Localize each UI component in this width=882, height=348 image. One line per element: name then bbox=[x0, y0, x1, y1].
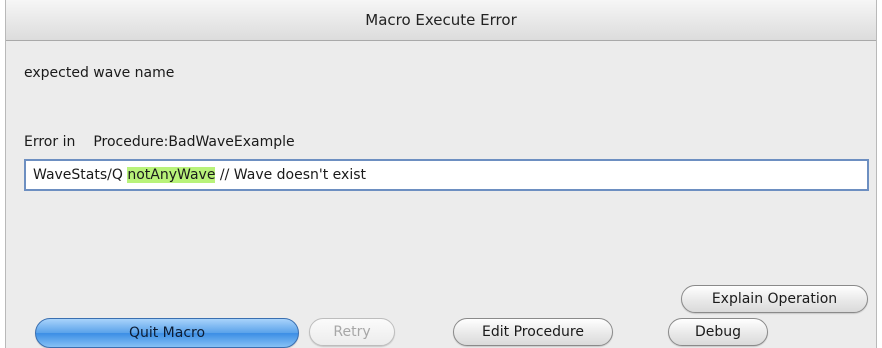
explain-operation-button[interactable]: Explain Operation bbox=[681, 285, 868, 313]
code-highlight: notAnyWave bbox=[127, 167, 216, 183]
error-message: expected wave name bbox=[24, 65, 175, 81]
error-location: Error in Procedure:BadWaveExample bbox=[24, 134, 295, 150]
error-dialog: Macro Execute Error expected wave name E… bbox=[5, 0, 877, 348]
retry-button[interactable]: Retry bbox=[309, 318, 395, 346]
quit-macro-button[interactable]: Quit Macro bbox=[35, 318, 299, 348]
code-after: // Wave doesn't exist bbox=[215, 167, 367, 183]
edit-procedure-button[interactable]: Edit Procedure bbox=[453, 318, 613, 346]
code-before: WaveStats/Q bbox=[33, 167, 128, 183]
code-line-field[interactable]: WaveStats/Q notAnyWave // Wave doesn't e… bbox=[24, 159, 869, 191]
error-location-value: Procedure:BadWaveExample bbox=[93, 134, 295, 150]
debug-button[interactable]: Debug bbox=[668, 318, 768, 346]
dialog-title: Macro Execute Error bbox=[6, 0, 876, 41]
error-location-label: Error in bbox=[24, 134, 76, 150]
